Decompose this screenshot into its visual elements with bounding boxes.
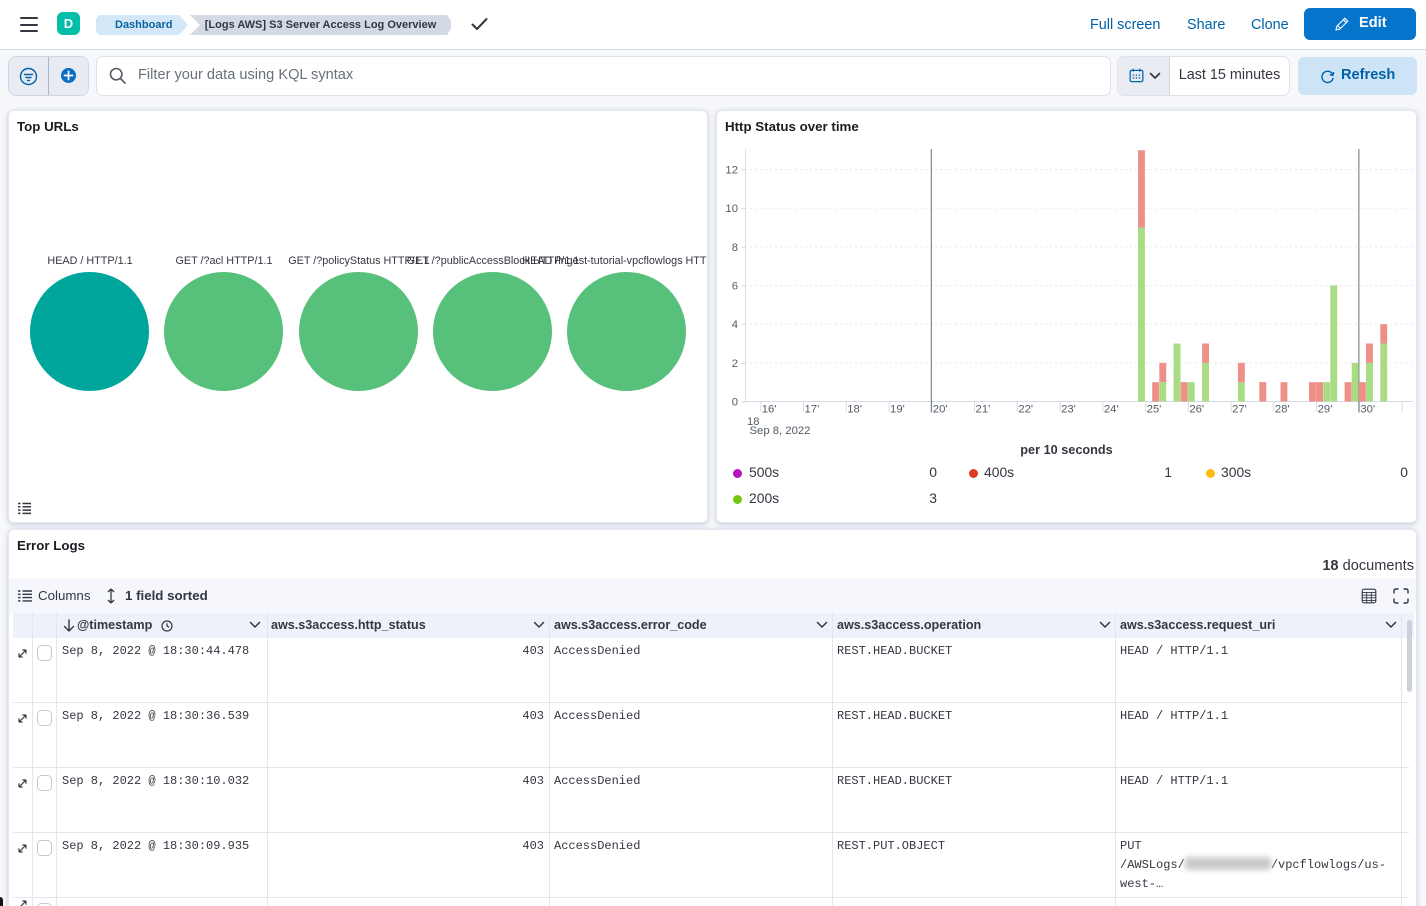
svg-text:10: 10 — [725, 203, 738, 215]
svg-text:18': 18' — [847, 404, 862, 416]
svg-text:28': 28' — [1275, 404, 1290, 416]
svg-text:29': 29' — [1318, 404, 1333, 416]
svg-text:Sep 8, 2022: Sep 8, 2022 — [750, 425, 811, 437]
svg-text:21': 21' — [976, 404, 991, 416]
svg-text:25': 25' — [1147, 404, 1162, 416]
svg-text:30': 30' — [1360, 404, 1375, 416]
svg-text:0: 0 — [732, 397, 738, 409]
svg-text:16': 16' — [762, 404, 777, 416]
svg-text:27': 27' — [1232, 404, 1247, 416]
svg-text:17': 17' — [805, 404, 820, 416]
svg-text:8: 8 — [732, 242, 738, 254]
svg-text:23': 23' — [1061, 404, 1076, 416]
svg-text:19': 19' — [890, 404, 905, 416]
svg-text:24': 24' — [1104, 404, 1119, 416]
svg-text:4: 4 — [732, 319, 738, 331]
svg-text:22': 22' — [1018, 404, 1033, 416]
svg-text:20': 20' — [933, 404, 948, 416]
svg-text:6: 6 — [732, 281, 738, 293]
svg-text:12: 12 — [725, 165, 738, 177]
svg-text:2: 2 — [732, 358, 738, 370]
svg-text:26': 26' — [1189, 404, 1204, 416]
